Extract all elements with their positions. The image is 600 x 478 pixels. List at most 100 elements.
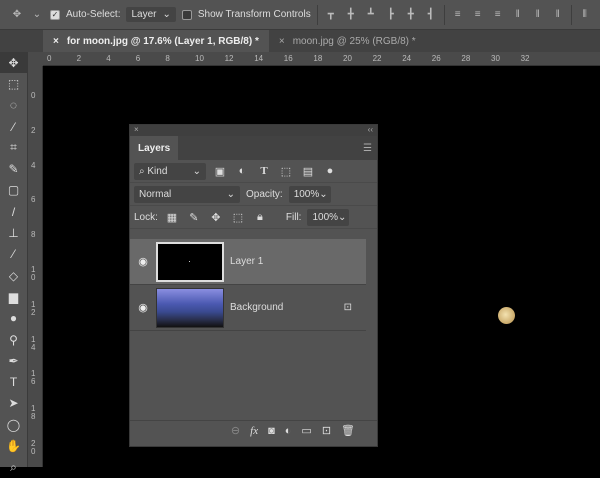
brush-tool-icon[interactable]: / [0, 201, 27, 222]
crop-tool-icon[interactable]: ⌗ [0, 137, 27, 158]
align-right-icon[interactable]: ┫ [424, 9, 438, 20]
lock-icon: ⊡ [343, 302, 352, 313]
add-mask-icon[interactable]: ◙ [268, 425, 275, 437]
eraser-tool-icon[interactable]: ◇ [0, 265, 27, 286]
distribute-top-icon[interactable]: ≡ [451, 9, 465, 20]
ruler-tick-label: 4 [106, 54, 111, 63]
tools-panel: ✥ ⬚ ◌ ⁄ ⌗ ✎ ▢ / ⊥ ⁄ ◇ ▆ ● ⚲ ✒ T ➤ ◯ ✋ ⌕ [0, 52, 28, 474]
ruler-tick-label: 22 [372, 54, 382, 63]
healing-tool-icon[interactable]: ▢ [0, 180, 27, 201]
visibility-eye-icon[interactable]: ◉ [130, 255, 156, 268]
chevron-down-icon[interactable]: ⌄ [30, 9, 44, 20]
opacity-input[interactable]: 100% ⌄ [288, 185, 331, 203]
tab-label: moon.jpg @ 25% (RGB/8) * [292, 35, 416, 47]
horizontal-ruler: 0 2 4 6 8 10 12 14 16 18 20 22 24 26 28 30 32 [43, 52, 600, 66]
adjustment-layer-icon[interactable]: ◐ [285, 425, 292, 437]
align-hcenter-icon[interactable]: ╋ [404, 9, 418, 20]
move-tool-icon[interactable]: ✥ [10, 9, 24, 20]
ruler-tick-label: 12 [224, 54, 234, 63]
auto-select-value: Layer [131, 9, 157, 20]
ruler-tick-label: 10 [31, 265, 36, 282]
collapse-icon[interactable]: ‹‹ [368, 125, 373, 136]
moon-image [498, 307, 515, 324]
lock-pixels-icon[interactable]: ✎ [186, 211, 202, 224]
pen-tool-icon[interactable]: ✒ [0, 350, 27, 371]
ruler-tick-label: 20 [343, 54, 352, 63]
opacity-value: 100% [293, 188, 320, 200]
hand-tool-icon[interactable]: ✋ [0, 435, 27, 456]
auto-select-dropdown[interactable]: Layer ⌄ [126, 7, 176, 22]
auto-select-checkbox[interactable]: ✓ [50, 9, 60, 20]
fill-input[interactable]: 100% ⌄ [307, 208, 350, 226]
lasso-tool-icon[interactable]: ◌ [0, 95, 27, 116]
show-transform-checkbox[interactable] [181, 9, 192, 20]
divider [316, 4, 318, 25]
close-icon[interactable]: × [53, 36, 59, 47]
layer-name[interactable]: Layer 1 [230, 256, 263, 267]
layer-row-layer-1[interactable]: ◉ Layer 1 [130, 239, 366, 285]
magic-wand-tool-icon[interactable]: ⁄ [0, 116, 27, 137]
layer-row-background[interactable]: ◉ Background ⊡ [130, 285, 366, 331]
lock-transparency-icon[interactable]: ▦ [164, 211, 180, 224]
close-icon[interactable]: × [134, 125, 139, 136]
filter-kind-value: Kind [147, 165, 168, 177]
new-layer-icon[interactable]: ⊡ [322, 424, 331, 437]
path-selection-tool-icon[interactable]: ➤ [0, 393, 27, 414]
ruler-tick-label: 0 [31, 91, 36, 100]
fx-icon[interactable]: fx [250, 425, 258, 437]
ruler-tick-label: 24 [402, 54, 412, 63]
align-bottom-icon[interactable]: ┻ [364, 9, 378, 20]
ruler-tick-label: 12 [31, 299, 36, 317]
history-brush-tool-icon[interactable]: ⁄ [0, 244, 27, 265]
lock-artboard-icon[interactable]: ⬚ [230, 211, 246, 224]
eyedropper-tool-icon[interactable]: ✎ [0, 158, 27, 179]
close-icon[interactable]: × [279, 36, 285, 47]
ruler-tick-label: 2 [76, 54, 82, 63]
smart-object-filter-icon[interactable]: ▤ [300, 165, 316, 178]
tab-moon[interactable]: × moon.jpg @ 25% (RGB/8) * [269, 30, 426, 52]
filter-toggle-icon[interactable]: ● [322, 165, 338, 177]
type-tool-icon[interactable]: T [0, 371, 27, 392]
layer-thumbnail [156, 287, 224, 328]
distribute-vcenter-icon[interactable]: ≡ [471, 9, 485, 20]
panel-menu-icon[interactable]: ☰ [363, 143, 377, 154]
panel-footer: ⊖ fx ◙ ◐ ▭ ⊡ 🗑︎ [130, 420, 377, 440]
type-filter-icon[interactable]: T [256, 165, 272, 177]
filter-kind-dropdown[interactable]: ⌕ Kind ⌄ [134, 162, 206, 180]
align-left-icon[interactable]: ┣ [384, 9, 398, 20]
new-group-icon[interactable]: ▭ [301, 424, 311, 437]
auto-align-icon[interactable]: ⦀ [578, 9, 592, 20]
ruler-tick-label: 18 [31, 404, 36, 422]
tab-layers[interactable]: Layers [130, 136, 179, 160]
distribute-bottom-icon[interactable]: ≡ [491, 9, 505, 20]
align-top-icon[interactable]: ┳ [324, 9, 338, 20]
link-layers-icon[interactable]: ⊖ [231, 424, 240, 437]
move-tool-icon[interactable]: ✥ [0, 52, 27, 74]
gradient-tool-icon[interactable]: ▆ [0, 286, 27, 307]
stamp-tool-icon[interactable]: ⊥ [0, 222, 27, 243]
visibility-eye-icon[interactable]: ◉ [130, 301, 156, 314]
delete-layer-icon[interactable]: 🗑︎ [341, 424, 355, 437]
blend-mode-dropdown[interactable]: Normal ⌄ [134, 185, 240, 203]
tab-for-moon[interactable]: × for moon.jpg @ 17.6% (Layer 1, RGB/8) * [43, 30, 269, 52]
lock-label: Lock: [134, 211, 158, 223]
ellipse-tool-icon[interactable]: ◯ [0, 414, 27, 435]
pixel-filter-icon[interactable]: ▣ [212, 165, 228, 178]
lock-all-icon[interactable]: 🔒︎ [252, 211, 268, 224]
shape-filter-icon[interactable]: ⬚ [278, 165, 294, 178]
zoom-tool-icon[interactable]: ⌕ [0, 457, 27, 478]
ruler-tick-label: 6 [31, 195, 36, 205]
blend-mode-value: Normal [139, 188, 172, 200]
distribute-left-icon[interactable]: ‖ [511, 9, 525, 20]
adjustment-filter-icon[interactable]: ◐ [234, 165, 250, 177]
distribute-hcenter-icon[interactable]: ‖ [531, 9, 545, 20]
dodge-tool-icon[interactable]: ⚲ [0, 329, 27, 350]
blur-tool-icon[interactable]: ● [0, 308, 27, 329]
layer-name[interactable]: Background [230, 302, 283, 313]
divider [570, 4, 572, 25]
align-vcenter-icon[interactable]: ╋ [344, 9, 358, 20]
distribute-right-icon[interactable]: ‖ [551, 9, 565, 20]
ruler-tick-label: 14 [254, 54, 264, 63]
marquee-tool-icon[interactable]: ⬚ [0, 73, 27, 94]
lock-position-icon[interactable]: ✥ [208, 211, 224, 224]
